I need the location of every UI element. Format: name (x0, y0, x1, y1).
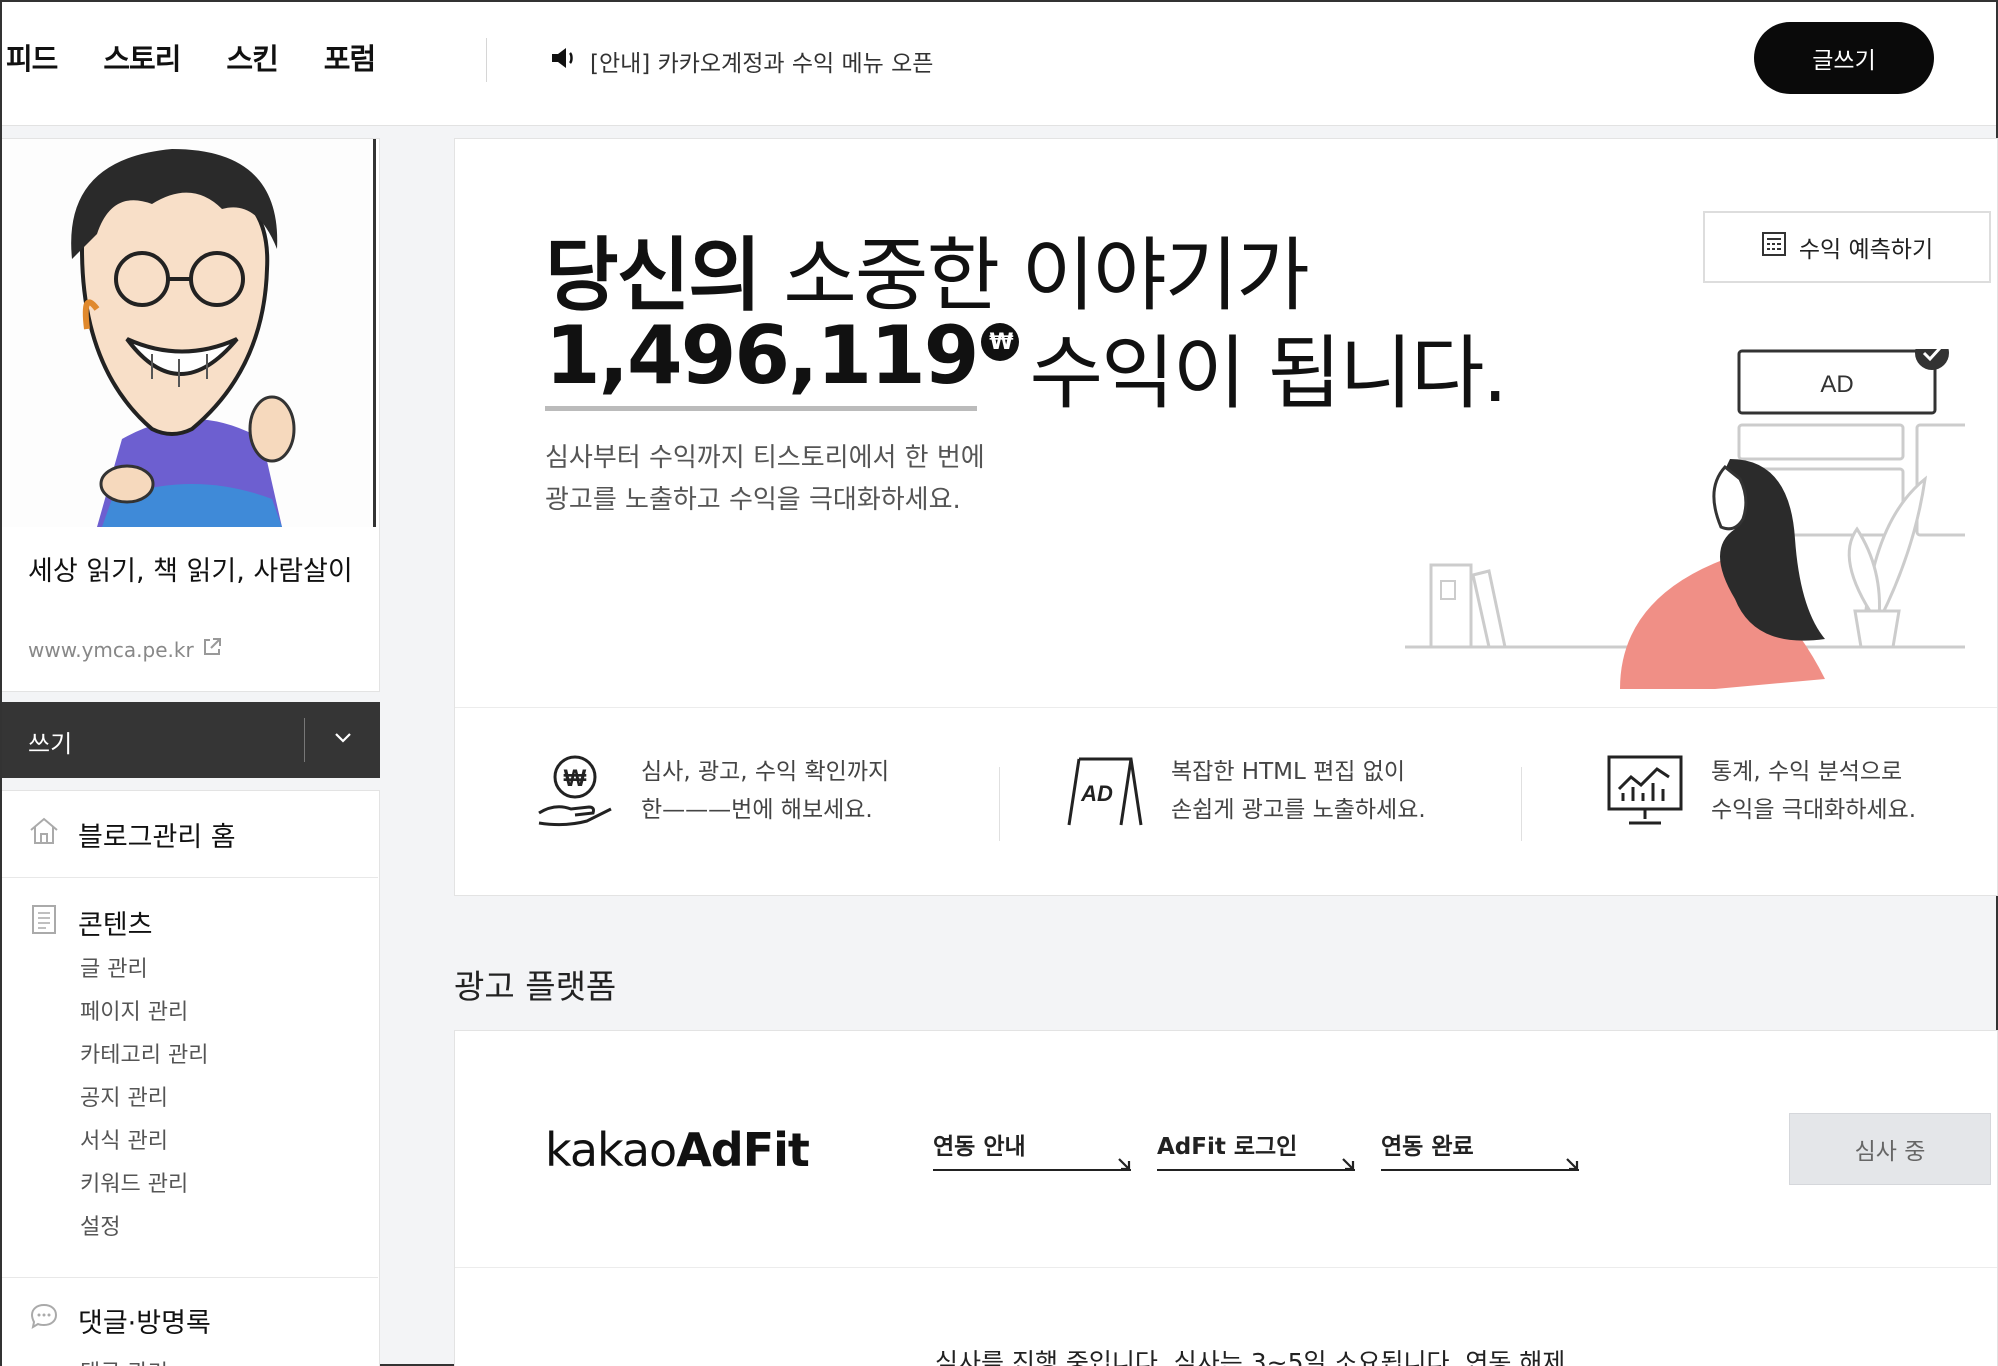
arrow-right-icon (1341, 1151, 1357, 1177)
submenu-post-manage[interactable]: 글 관리 (80, 951, 208, 994)
hero-headline-line2: 1,496,119 ₩ 수익이 됩니다. (545, 309, 1508, 425)
submenu-category-manage[interactable]: 카테고리 관리 (80, 1037, 208, 1080)
blog-url-link[interactable]: www.ymca.pe.kr (28, 637, 222, 662)
svg-text:AD: AD (1080, 781, 1113, 806)
feature-divider (1521, 767, 1522, 841)
step-label: 연동 안내 (933, 1134, 1026, 1160)
comments-submenu: 댓글 관리 (80, 1355, 168, 1366)
logo-light: kakao (545, 1123, 677, 1177)
nav-skin[interactable]: 스킨 (226, 36, 278, 78)
step-label: AdFit 로그인 (1157, 1134, 1298, 1160)
chevron-down-icon[interactable] (332, 726, 354, 752)
arrow-right-icon (1117, 1151, 1133, 1177)
hero-illustration: AD (1405, 336, 1995, 693)
sidebar-item-comments[interactable]: 댓글·방명록 (28, 1301, 211, 1340)
write-menu-label[interactable]: 쓰기 (28, 724, 72, 759)
document-icon (28, 903, 60, 942)
top-nav: 피드 스토리 스킨 포럼 (6, 36, 376, 78)
notice-link[interactable]: [안내] 카카오계정과 수익 메뉴 오픈 (550, 44, 933, 78)
arrow-right-icon (1565, 1151, 1581, 1177)
step-adfit-login[interactable]: AdFit 로그인 (1157, 1127, 1355, 1171)
ad-box-label: AD (1820, 371, 1853, 398)
step-link-complete[interactable]: 연동 완료 (1381, 1127, 1579, 1171)
analytics-monitor-icon (1605, 749, 1685, 833)
feature-analytics: 통계, 수익 분석으로 수익을 극대화하세요. (1605, 749, 1916, 833)
feature-text-line2: 한———번에 해보세요. (641, 797, 873, 823)
nav-story[interactable]: 스토리 (103, 36, 181, 78)
won-icon: ₩ (981, 323, 1020, 361)
external-link-icon (202, 637, 222, 662)
hero-subtitle-line2: 광고를 노출하고 수익을 극대화하세요. (545, 485, 961, 515)
adfit-platform-card: kakaoAdFit 연동 안내 AdFit 로그인 연동 완료 심사 중 심사… (454, 1030, 1998, 1366)
sidebar-item-label: 콘텐츠 (78, 910, 153, 941)
section-title-ad-platform: 광고 플랫폼 (454, 967, 617, 1006)
menu-divider (2, 877, 378, 878)
write-menu-bar[interactable]: 쓰기 (2, 702, 380, 778)
hero-divider (455, 707, 1997, 708)
step-link-guide[interactable]: 연동 안내 (933, 1127, 1131, 1171)
ad-sign-icon: AD (1065, 749, 1145, 833)
step-label: 연동 완료 (1381, 1134, 1474, 1160)
feature-text-line2: 손쉽게 광고를 노출하세요. (1171, 797, 1426, 823)
sidebar-item-label: 댓글·방명록 (78, 1308, 211, 1339)
submenu-keyword-manage[interactable]: 키워드 관리 (80, 1166, 208, 1209)
feature-text-line1: 복잡한 HTML 편집 없이 (1171, 759, 1406, 785)
submenu-notice-manage[interactable]: 공지 관리 (80, 1080, 208, 1123)
feature-text-line1: 심사, 광고, 수익 확인까지 (641, 759, 890, 785)
feature-one-stop: ₩ 심사, 광고, 수익 확인까지 한———번에 해보세요. (535, 749, 889, 833)
sidebar-menu: 블로그관리 홈 콘텐츠 글 관리 페이지 관리 카테고리 관리 공지 관리 서식… (2, 790, 380, 1366)
feature-text: 복잡한 HTML 편집 없이 손쉽게 광고를 노출하세요. (1171, 753, 1426, 829)
feature-divider (999, 767, 1000, 841)
notice-text: [안내] 카카오계정과 수익 메뉴 오픈 (590, 51, 934, 77)
contents-submenu: 글 관리 페이지 관리 카테고리 관리 공지 관리 서식 관리 키워드 관리 설… (80, 951, 208, 1252)
submenu-template-manage[interactable]: 서식 관리 (80, 1123, 208, 1166)
speaker-icon (550, 46, 578, 76)
submenu-settings[interactable]: 설정 (80, 1209, 208, 1252)
sidebar-item-home[interactable]: 블로그관리 홈 (28, 815, 236, 854)
feature-text-line1: 통계, 수익 분석으로 (1711, 759, 1903, 785)
nav-feed[interactable]: 피드 (6, 36, 58, 78)
hero-subtitle-line1: 심사부터 수익까지 티스토리에서 한 번에 (545, 443, 985, 473)
calculator-icon (1761, 231, 1787, 263)
feature-easy-ads: AD 복잡한 HTML 편집 없이 손쉽게 광고를 노출하세요. (1065, 749, 1426, 833)
sidebar-item-contents[interactable]: 콘텐츠 (28, 903, 153, 942)
profile-card: 세상 읽기, 책 읽기, 사람살이 www.ymca.pe.kr (2, 138, 380, 692)
revenue-predict-button[interactable]: 수익 예측하기 (1703, 211, 1991, 283)
avatar (2, 139, 376, 527)
write-post-button[interactable]: 글쓰기 (1754, 22, 1934, 94)
revenue-hero-card: 당신의 소중한 이야기가 1,496,119 ₩ 수익이 됩니다. 심사부터 수… (454, 138, 1998, 896)
logo-bold: AdFit (676, 1123, 810, 1177)
feature-text-line2: 수익을 극대화하세요. (1711, 797, 1917, 823)
write-menu-divider (304, 718, 305, 762)
svg-text:₩: ₩ (564, 765, 587, 792)
nav-forum[interactable]: 포럼 (324, 36, 376, 78)
feature-text: 심사, 광고, 수익 확인까지 한———번에 해보세요. (641, 753, 889, 829)
review-status-message: 심사를 진행 중입니다. 심사는 3~5일 소요됩니다. 연동 해제 (935, 1348, 1566, 1366)
money-hand-icon: ₩ (535, 749, 615, 833)
hero-subtitle: 심사부터 수익까지 티스토리에서 한 번에 광고를 노출하고 수익을 극대화하세… (545, 437, 985, 521)
review-status-button[interactable]: 심사 중 (1789, 1113, 1991, 1185)
revenue-amount: 1,496,119 (545, 309, 979, 411)
speech-bubble-icon (28, 1301, 60, 1340)
top-bar: 피드 스토리 스킨 포럼 [안내] 카카오계정과 수익 메뉴 오픈 글쓰기 (2, 2, 1996, 126)
submenu-page-manage[interactable]: 페이지 관리 (80, 994, 208, 1037)
feature-text: 통계, 수익 분석으로 수익을 극대화하세요. (1711, 753, 1916, 829)
menu-divider (2, 1277, 378, 1278)
predict-label: 수익 예측하기 (1798, 237, 1934, 263)
nav-divider (486, 38, 487, 82)
adfit-divider (455, 1267, 1997, 1268)
kakao-adfit-logo: kakaoAdFit (545, 1123, 810, 1177)
submenu-comment-manage[interactable]: 댓글 관리 (80, 1355, 168, 1366)
blog-title[interactable]: 세상 읽기, 책 읽기, 사람살이 (28, 553, 358, 591)
sidebar-item-label: 블로그관리 홈 (78, 822, 236, 853)
hero-top: 당신의 소중한 이야기가 1,496,119 ₩ 수익이 됩니다. 심사부터 수… (455, 139, 1998, 707)
blog-url-text: www.ymca.pe.kr (28, 637, 194, 662)
home-icon (28, 815, 60, 854)
